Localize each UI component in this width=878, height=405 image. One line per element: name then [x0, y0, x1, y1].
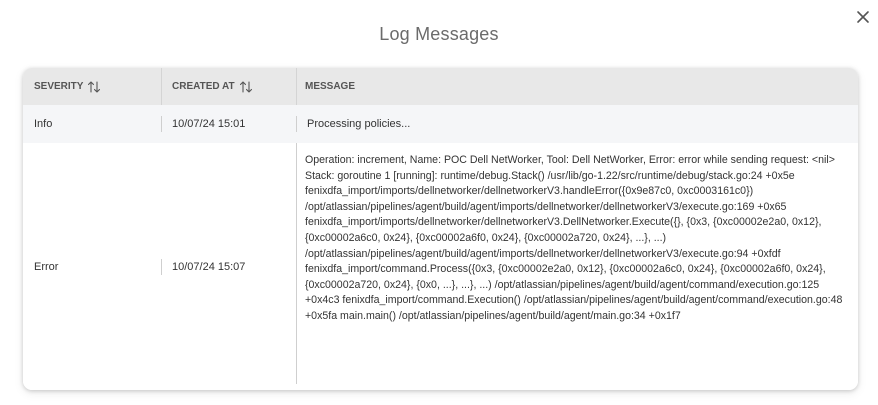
column-header-severity[interactable]: SEVERITY [23, 68, 161, 105]
column-header-created-at[interactable]: CREATED AT [161, 68, 296, 105]
sort-icon[interactable] [239, 80, 253, 93]
message-cell: Operation: increment, Name: POC Dell Net… [296, 143, 858, 384]
created-at-cell: 10/07/24 15:01 [161, 116, 296, 132]
table-row[interactable]: Info 10/07/24 15:01 Processing policies.… [23, 105, 858, 143]
table-header: SEVERITY CREATED AT MESSAGE [23, 68, 858, 105]
sort-icon[interactable] [87, 80, 101, 93]
log-messages-table: SEVERITY CREATED AT MESSAGE Info 10/07/2 [23, 68, 858, 390]
table-row[interactable]: Error 10/07/24 15:07 Operation: incremen… [23, 143, 858, 390]
severity-cell: Info [34, 118, 53, 130]
message-cell: Processing policies... [296, 116, 858, 132]
dialog-title: Log Messages [379, 24, 499, 44]
column-header-label: SEVERITY [34, 81, 84, 92]
error-message-text: Operation: increment, Name: POC Dell Net… [305, 154, 843, 322]
column-header-label: MESSAGE [305, 81, 356, 92]
column-header-message: MESSAGE [296, 68, 858, 105]
severity-cell: Error [34, 260, 59, 273]
column-header-label: CREATED AT [172, 81, 235, 92]
created-at-cell: 10/07/24 15:07 [161, 258, 296, 275]
